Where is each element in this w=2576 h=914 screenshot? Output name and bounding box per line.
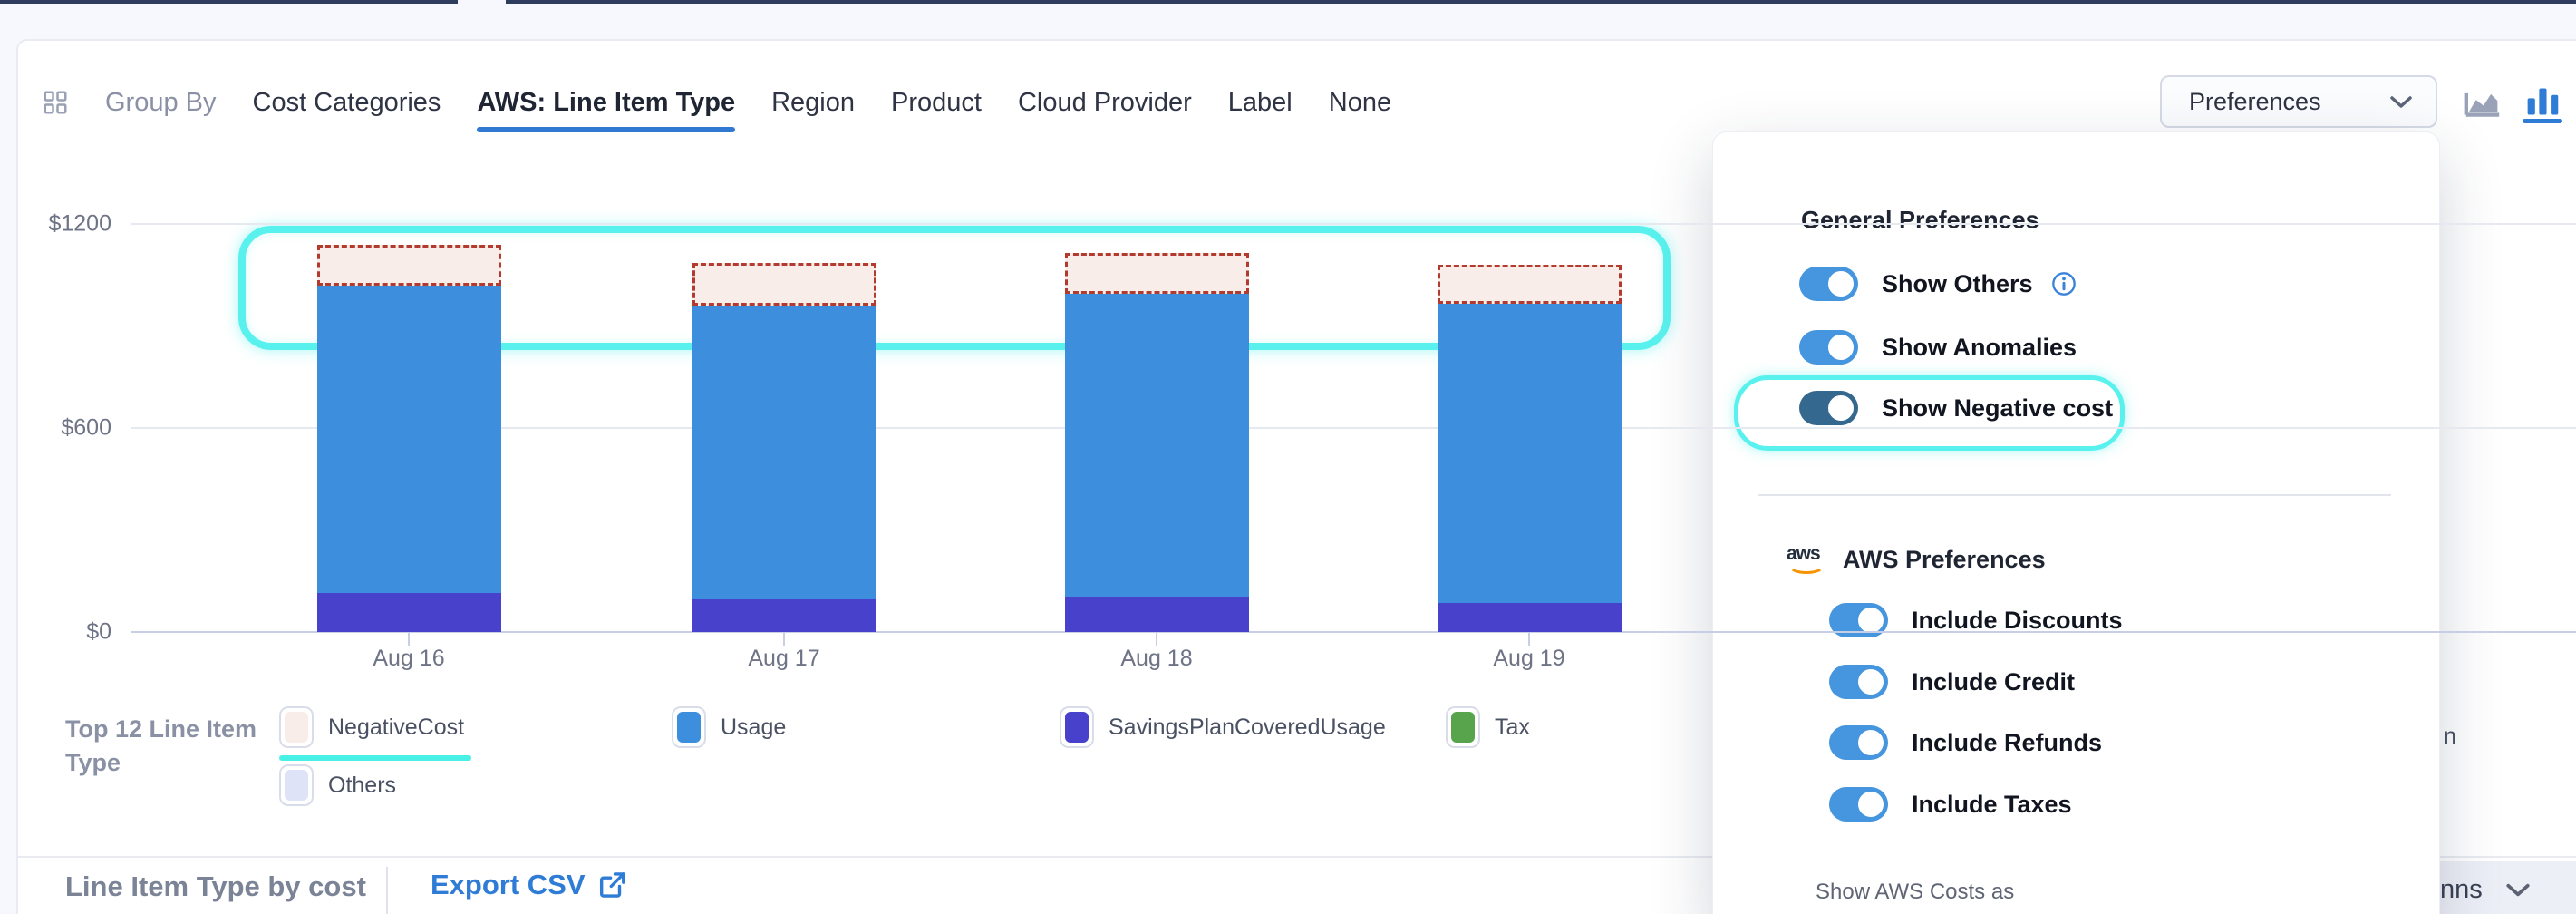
legend-item-negativecost[interactable]: NegativeCost [279,705,464,749]
negative-cost-dashed-box-aug-19[interactable] [1438,265,1622,304]
group-by-tabs: Cost Categories AWS: Line Item Type Region… [253,88,1392,118]
top-window-strip [506,0,2576,4]
gridline-1200 [131,223,2576,225]
tab-region[interactable]: Region [771,88,855,118]
tab-none[interactable]: None [1329,88,1391,118]
tab-cost-categories[interactable]: Cost Categories [253,88,441,118]
x-axis-tick [1156,633,1157,646]
toggle-label: Include Credit [1912,668,2075,696]
external-link-icon [596,870,627,900]
export-csv-link[interactable]: Export CSV [431,869,627,901]
legend-label: Usage [721,715,786,741]
toggle-include-credit[interactable] [1829,665,1888,699]
toggle-label: Show Anomalies [1882,334,2077,362]
bar-segment-usage-aug-16[interactable] [317,286,501,593]
toggle-include-taxes[interactable] [1829,787,1888,822]
legend-label: SavingsPlanCoveredUsage [1109,715,1386,741]
negative-cost-dashed-box-aug-17[interactable] [692,263,876,306]
toggle-row-include-refunds: Include Refunds [1829,725,2102,760]
legend-item-overflow: n [2444,715,2456,758]
toggle-show-others[interactable] [1799,267,1858,301]
x-axis-label: Aug 19 [1457,646,1602,672]
columns-selector-label: nns [2440,875,2483,905]
y-axis-label: $0 [12,619,111,646]
group-by-grid-icon [42,89,69,116]
toggle-label: Include Taxes [1912,791,2072,819]
toggle-show-anomalies[interactable] [1799,330,1858,365]
legend-swatch-savingsplancoveredusage [1060,706,1094,748]
toggle-include-refunds[interactable] [1829,725,1888,760]
legend-item-others[interactable]: Others [279,763,396,807]
toggle-label: Include Refunds [1912,729,2102,757]
legend-underline-annotation [279,755,471,761]
tab-label[interactable]: Label [1228,88,1293,118]
legend-item-tax[interactable]: Tax [1446,705,1530,749]
aws-preferences-header: aws AWS Preferences [1787,543,2046,576]
x-axis-label: Aug 17 [712,646,857,672]
preferences-dropdown-button[interactable]: Preferences [2160,75,2437,128]
bar-segment-usage-aug-17[interactable] [692,306,876,599]
tab-product[interactable]: Product [891,88,982,118]
x-axis-label: Aug 16 [336,646,481,672]
legend-swatch-negativecost [279,706,314,748]
chevron-down-icon [2504,880,2532,899]
chart-type-switcher [2463,83,2562,120]
legend-label: Others [328,773,396,799]
x-axis-label: Aug 18 [1084,646,1229,672]
general-preferences-header: General Preferences [1801,207,2039,235]
x-axis-tick [408,633,410,646]
bar-segment-usage-aug-18[interactable] [1065,294,1249,597]
tab-cloud-provider[interactable]: Cloud Provider [1018,88,1192,118]
toggle-label: Show Others [1882,270,2033,298]
title-divider [386,867,388,914]
bar-chart-icon[interactable] [2523,83,2562,120]
legend-title: Top 12 Line ItemType [65,713,257,780]
toggle-row-show-others: Show Others [1799,267,2077,301]
negative-cost-dashed-box-aug-18[interactable] [1065,253,1249,294]
negative-cost-dashed-box-aug-16[interactable] [317,245,501,286]
bar-segment-savingsplancoveredusage-aug-16[interactable] [317,593,501,632]
preferences-dropdown-label: Preferences [2189,88,2321,116]
legend-swatch-usage [672,706,706,748]
group-by-nav: Group By Cost Categories AWS: Line Item T… [42,80,1391,125]
bar-segment-savingsplancoveredusage-aug-17[interactable] [692,599,876,632]
legend-label: Tax [1495,715,1530,741]
tab-aws-line-item-type[interactable]: AWS: Line Item Type [477,88,735,118]
legend-swatch-tax [1446,706,1480,748]
legend-label: NegativeCost [328,715,464,741]
table-title: Line Item Type by cost [65,870,366,903]
x-axis-tick [783,633,785,646]
area-chart-icon[interactable] [2463,83,2503,120]
toggle-label: Show Negative cost [1882,394,2113,423]
cost-dashboard: { "top_nav": { "group_by_label": "Group … [0,0,2576,914]
bar-segment-savingsplancoveredusage-aug-19[interactable] [1438,603,1622,632]
chevron-down-icon [2388,93,2414,110]
top-window-strip [0,0,458,4]
y-axis-label: $600 [12,415,111,442]
export-csv-label: Export CSV [431,869,586,901]
panel-divider [1758,494,2391,496]
legend-swatch-others [279,764,314,806]
info-icon[interactable] [2051,271,2077,297]
toggle-row-include-credit: Include Credit [1829,665,2075,699]
toggle-show-negative-cost[interactable] [1799,391,1858,425]
toggle-row-include-taxes: Include Taxes [1829,787,2072,822]
toggle-row-show-anomalies: Show Anomalies [1799,330,2077,365]
bar-segment-usage-aug-19[interactable] [1438,304,1622,603]
y-axis-label: $1200 [12,211,111,238]
preferences-panel: General Preferences aws AWS Preferences … [1712,131,2440,914]
group-by-label: Group By [105,88,217,118]
legend-item-usage[interactable]: Usage [672,705,786,749]
aws-logo-icon: aws [1787,543,1826,576]
toggle-row-show-negative-cost: Show Negative cost [1799,391,2113,425]
legend-item-savingsplancoveredusage[interactable]: SavingsPlanCoveredUsage [1060,705,1386,749]
columns-selector-button[interactable]: nns [2427,861,2576,914]
bar-segment-savingsplancoveredusage-aug-18[interactable] [1065,597,1249,632]
x-axis-tick [1528,633,1530,646]
show-aws-costs-as-label: Show AWS Costs as [1816,880,2014,905]
toggle-label: Include Discounts [1912,607,2123,635]
